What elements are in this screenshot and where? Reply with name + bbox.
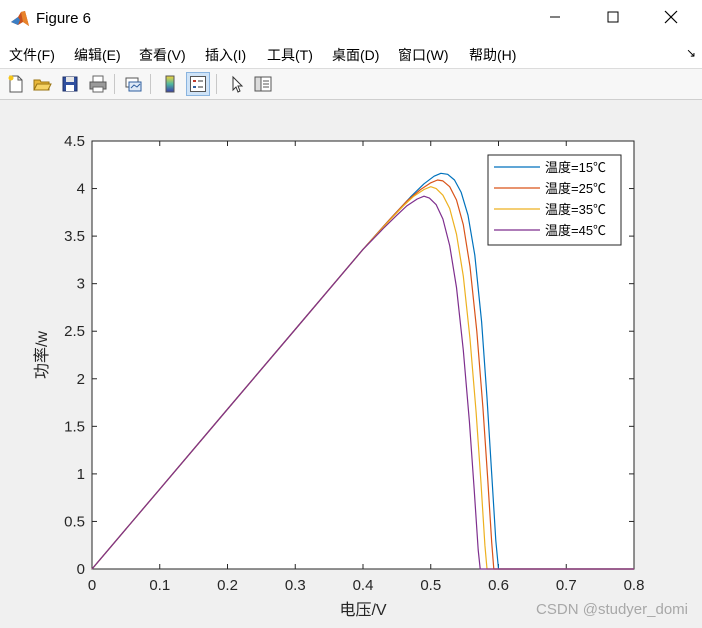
y-tick-label: 2 [77, 371, 85, 388]
x-tick-label: 0.2 [217, 577, 238, 594]
menu-desktop[interactable]: 桌面(D) [332, 45, 379, 65]
x-tick-label: 0.7 [556, 577, 577, 594]
toolbar-separator [150, 74, 151, 94]
y-tick-label: 0.5 [64, 513, 85, 530]
menu-window[interactable]: 窗口(W) [398, 45, 449, 65]
legend-label: 温度=25℃ [545, 181, 606, 196]
x-tick-label: 0.4 [353, 577, 374, 594]
legend[interactable]: 温度=15℃ 温度=25℃ 温度=35℃ 温度=45℃ [487, 154, 622, 246]
save-icon[interactable] [58, 72, 82, 96]
watermark: CSDN @studyer_domi [536, 601, 688, 618]
y-tick-label: 3.5 [64, 228, 85, 245]
minimize-icon [549, 10, 561, 28]
legend-label: 温度=45℃ [545, 223, 606, 238]
y-axis-label: 功率/w [33, 331, 51, 379]
menu-bar: 文件(F) 编辑(E) 查看(V) 插入(I) 工具(T) 桌面(D) 窗口(W… [0, 38, 702, 69]
y-tick-label: 2.5 [64, 323, 85, 340]
menu-insert[interactable]: 插入(I) [205, 45, 246, 65]
menu-file[interactable]: 文件(F) [9, 45, 55, 65]
link-plot-icon[interactable] [121, 72, 145, 96]
x-tick-label: 0 [88, 577, 96, 594]
legend-label: 温度=35℃ [545, 202, 606, 217]
y-tick-label: 1 [77, 466, 85, 483]
colorbar-icon[interactable] [158, 72, 182, 96]
y-tick-label: 0 [77, 561, 85, 578]
y-tick-label: 4 [77, 181, 85, 198]
maximize-icon [607, 10, 619, 28]
close-button[interactable] [642, 0, 700, 38]
maximize-button[interactable] [584, 0, 642, 38]
menu-edit[interactable]: 编辑(E) [74, 45, 121, 65]
menu-tools[interactable]: 工具(T) [267, 45, 313, 65]
toolbar [0, 69, 702, 100]
y-tick-label: 4.5 [64, 133, 85, 150]
dock-arrow-icon[interactable]: ↘ [686, 46, 696, 60]
window-title: Figure 6 [36, 10, 92, 27]
legend-label: 温度=15℃ [545, 160, 606, 175]
open-file-icon[interactable] [30, 72, 54, 96]
x-tick-label: 0.3 [285, 577, 306, 594]
pointer-icon[interactable] [224, 72, 248, 96]
new-figure-icon[interactable] [4, 72, 28, 96]
property-inspector-icon[interactable] [251, 72, 275, 96]
minimize-button[interactable] [526, 0, 584, 38]
menu-help[interactable]: 帮助(H) [469, 45, 516, 65]
matlab-logo-icon [10, 9, 30, 29]
x-tick-label: 0.8 [624, 577, 645, 594]
legend-icon[interactable] [186, 72, 210, 96]
x-axis-label: 电压/V [339, 601, 386, 619]
print-icon[interactable] [86, 72, 110, 96]
close-icon [664, 10, 678, 29]
toolbar-separator [216, 74, 217, 94]
x-tick-label: 0.5 [420, 577, 441, 594]
menu-view[interactable]: 查看(V) [139, 45, 186, 65]
figure-area: 0 0.1 0.2 0.3 0.4 0.5 0.6 0.7 0.8 0 0.5 1 1.5 2 2.5 3 3… [0, 100, 702, 628]
x-tick-label: 0.6 [488, 577, 509, 594]
toolbar-separator [114, 74, 115, 94]
x-tick-label: 0.1 [149, 577, 170, 594]
y-tick-label: 3 [77, 276, 85, 293]
chart: 0 0.1 0.2 0.3 0.4 0.5 0.6 0.7 0.8 0 0.5 1 1.5 2 2.5 3 3… [33, 133, 645, 619]
y-tick-label: 1.5 [64, 418, 85, 435]
title-bar: Figure 6 [0, 0, 702, 38]
